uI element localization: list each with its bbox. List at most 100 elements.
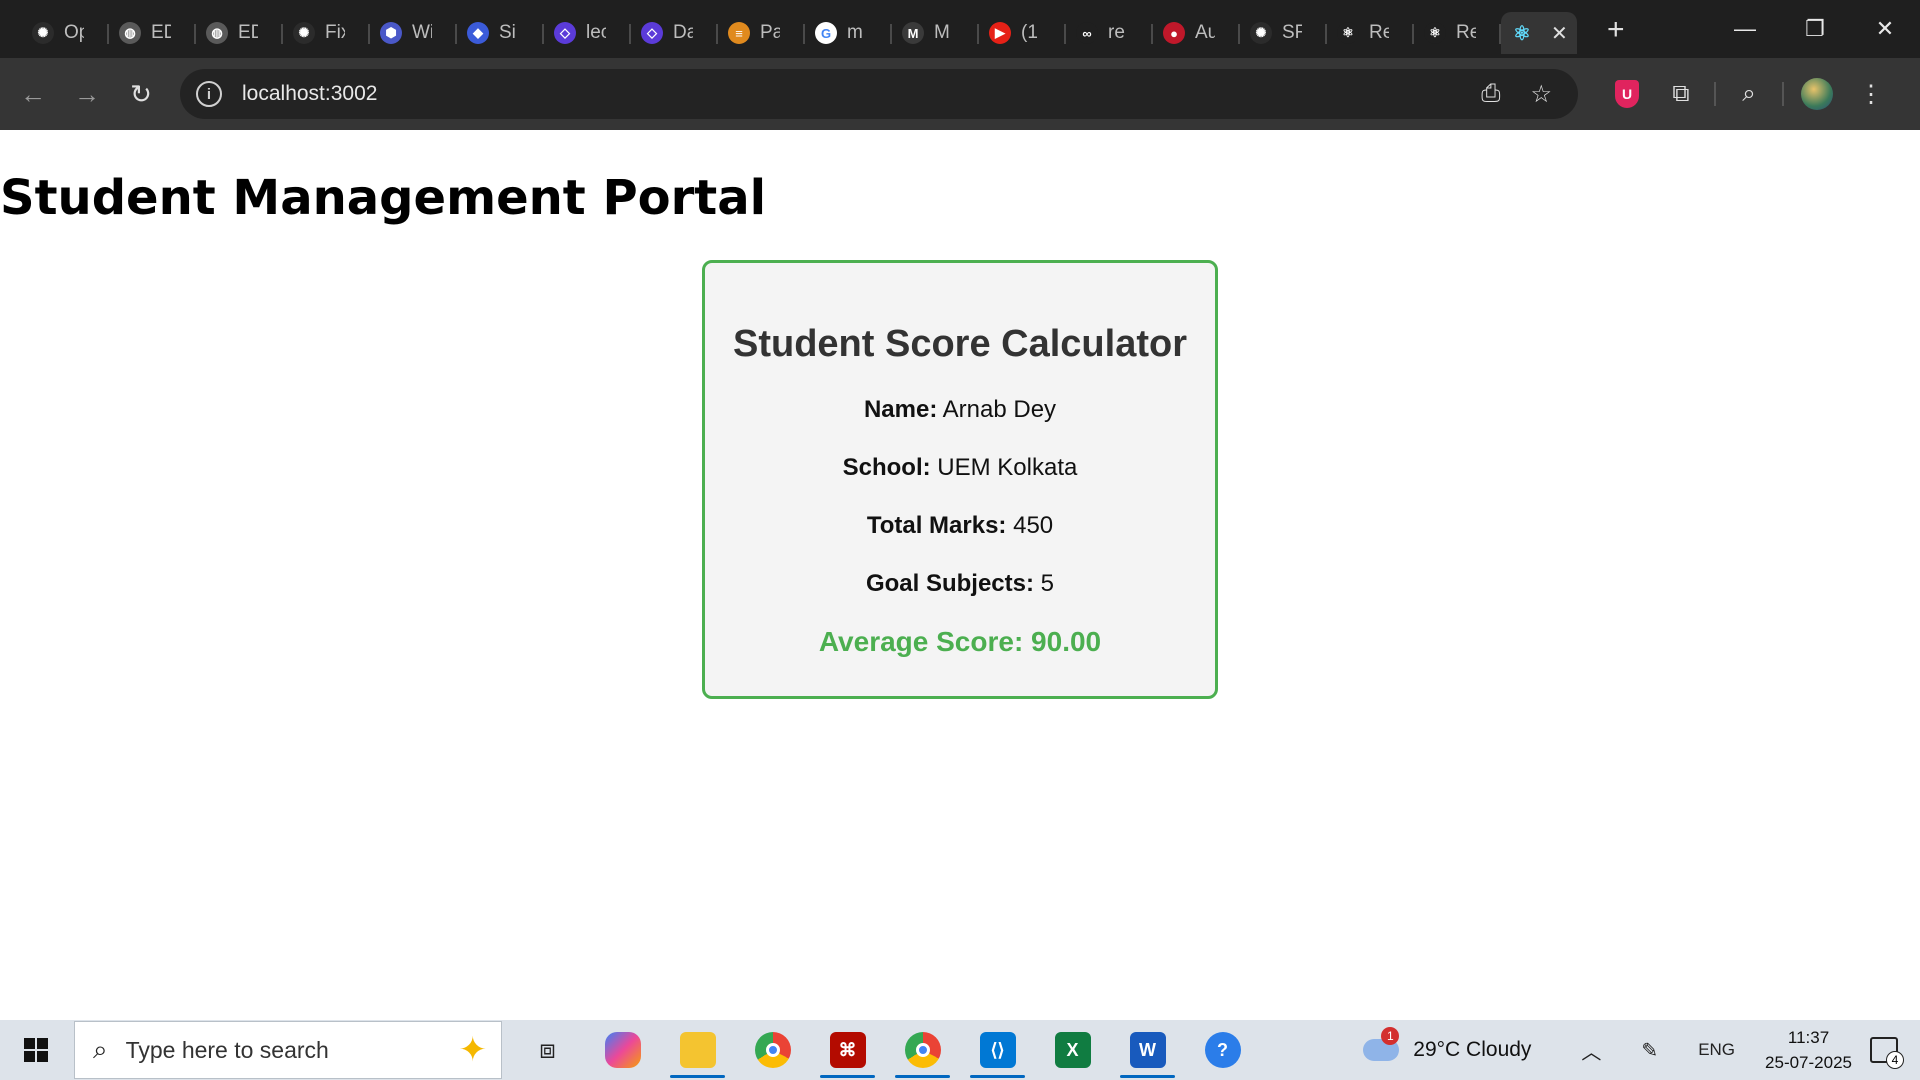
browser-tab[interactable]: ✺ Op — [22, 12, 109, 54]
sparkle-icon: ✦ — [458, 1031, 488, 1069]
address-bar[interactable]: i localhost:3002 ⎙ ☆ — [180, 69, 1578, 119]
weather-text: 29°C Cloudy — [1413, 1038, 1532, 1061]
profile-button[interactable] — [1790, 78, 1844, 110]
pen-icon[interactable]: ✎ — [1641, 1038, 1658, 1063]
toolbar-actions: U ⧉ ⌕ ⋮ — [1600, 58, 1898, 130]
system-tray: 1 29°C Cloudy ︿ ✎ ENG 11:37 25-07-2025 4 — [1363, 1020, 1920, 1080]
arrow-left-icon: ← — [20, 78, 46, 109]
infinity-icon: ∞ — [1076, 22, 1098, 44]
browser-tab[interactable]: ◆ Si — [457, 12, 544, 54]
avatar — [1801, 78, 1833, 110]
site-info-icon[interactable]: i — [196, 81, 222, 107]
copilot-button[interactable] — [585, 1020, 660, 1080]
browser-tab[interactable]: ⬢ Wi — [370, 12, 457, 54]
browser-tab[interactable]: ⚛ Re — [1327, 12, 1414, 54]
cloud-icon: 1 — [1363, 1027, 1400, 1061]
tab-search-button[interactable]: ⌕ — [1722, 80, 1776, 108]
tab-title: SF — [1282, 22, 1302, 43]
tab-title: Da — [673, 22, 693, 43]
browser-tab[interactable]: ◇ Da — [631, 12, 718, 54]
new-tab-button[interactable]: + — [1607, 13, 1625, 47]
windows-logo-icon — [24, 1038, 48, 1062]
cube-icon: ⬢ — [380, 22, 402, 44]
react-icon: ⚛ — [1424, 22, 1446, 44]
browser-tab[interactable]: ▶ (1 — [979, 12, 1066, 54]
acrobat-button[interactable]: ⌘ — [810, 1020, 885, 1080]
browser-tab[interactable]: ✺ Fix — [283, 12, 370, 54]
browser-tab[interactable]: ◍ ED — [109, 12, 196, 54]
tab-title: m — [847, 22, 863, 43]
openai-icon: ✺ — [32, 22, 54, 44]
bookmark-star-icon[interactable]: ☆ — [1530, 80, 1552, 109]
vscode-button[interactable]: ⟨⟩ — [960, 1020, 1035, 1080]
help-icon: ? — [1204, 1032, 1241, 1068]
browser-tab[interactable]: ● Au — [1153, 12, 1240, 54]
browser-tab[interactable]: ◍ ED — [196, 12, 283, 54]
task-view-button[interactable]: ⧈ — [510, 1020, 585, 1080]
url-text[interactable]: localhost:3002 — [242, 82, 377, 106]
score-card: Student Score Calculator Name: Arnab Dey… — [702, 260, 1218, 699]
install-app-icon[interactable]: ⎙ — [1481, 80, 1500, 108]
file-explorer-button[interactable] — [660, 1020, 735, 1080]
field-school: School: UEM Kolkata — [705, 454, 1215, 482]
react-icon: ⚛ — [1337, 22, 1359, 44]
browser-tab[interactable]: MM — [892, 12, 979, 54]
m-logo-icon: M — [902, 22, 924, 44]
taskbar-search[interactable]: ⌕ Type here to search ✦ — [74, 1021, 502, 1079]
weather-widget[interactable]: 1 29°C Cloudy — [1363, 1027, 1532, 1062]
task-view-icon: ⧈ — [539, 1034, 556, 1064]
forward-button[interactable]: → — [60, 67, 114, 121]
browser-tab[interactable]: ✺ SF — [1240, 12, 1327, 54]
acrobat-icon: ⌘ — [829, 1032, 866, 1068]
ublock-extension-button[interactable]: U — [1600, 80, 1654, 108]
google-icon: G — [815, 22, 837, 44]
browser-tab[interactable]: ◇ lec — [544, 12, 631, 54]
vscode-icon: ⟨⟩ — [979, 1032, 1016, 1068]
puzzle-icon: ⧉ — [1672, 80, 1690, 107]
help-button[interactable]: ? — [1185, 1020, 1260, 1080]
code-icon: ◇ — [641, 22, 663, 44]
back-button[interactable]: ← — [6, 67, 60, 121]
kebab-menu-icon: ⋮ — [1859, 80, 1883, 108]
chevron-up-icon[interactable]: ︿ — [1581, 1036, 1601, 1065]
arrow-right-icon: → — [74, 78, 100, 109]
browser-tab[interactable]: ≡ Pa — [718, 12, 805, 54]
field-value: 450 — [1013, 512, 1054, 539]
field-value: 5 — [1040, 570, 1055, 597]
browser-tab[interactable]: ⚛ Re — [1414, 12, 1501, 54]
chrome-profile-button[interactable] — [885, 1020, 960, 1080]
field-label: Name: — [863, 396, 938, 423]
close-window-button[interactable]: ✕ — [1850, 0, 1920, 58]
globe-icon: ◍ — [119, 22, 141, 44]
tab-close-icon[interactable]: ✕ — [1551, 21, 1568, 46]
reload-icon: ↻ — [130, 78, 152, 109]
browser-tab[interactable]: Gm — [805, 12, 892, 54]
tab-title: M — [934, 22, 950, 43]
tab-title: Op — [64, 22, 84, 43]
word-icon: W — [1129, 1032, 1166, 1068]
minimize-button[interactable]: — — [1710, 0, 1780, 58]
shield-icon: U — [1615, 80, 1639, 108]
notification-center-button[interactable]: 4 — [1870, 1037, 1904, 1069]
tab-title: ED — [151, 22, 171, 43]
tab-title: Au — [1195, 22, 1215, 43]
reload-button[interactable]: ↻ — [114, 67, 168, 121]
clock[interactable]: 11:37 25-07-2025 — [1765, 1025, 1852, 1075]
chrome-button[interactable] — [735, 1020, 810, 1080]
start-button[interactable] — [0, 1020, 72, 1080]
globe-icon: ◍ — [206, 22, 228, 44]
language-indicator[interactable]: ENG — [1698, 1040, 1735, 1060]
extensions-button[interactable]: ⧉ — [1654, 80, 1708, 108]
browser-tab[interactable]: ∞ re — [1066, 12, 1153, 54]
word-button[interactable]: W — [1110, 1020, 1185, 1080]
tab-title: Re — [1369, 22, 1389, 43]
record-icon: ● — [1163, 22, 1185, 44]
browser-toolbar: ← → ↻ i localhost:3002 ⎙ ☆ U ⧉ ⌕ ⋮ — [0, 58, 1920, 130]
excel-button[interactable]: X — [1035, 1020, 1110, 1080]
tab-title: Re — [1456, 22, 1476, 43]
menu-button[interactable]: ⋮ — [1844, 80, 1898, 109]
tab-title: ED — [238, 22, 258, 43]
tab-title: re — [1108, 22, 1125, 43]
tab-active[interactable]: ⚛ ✕ — [1501, 12, 1577, 54]
restore-button[interactable]: ❐ — [1780, 0, 1850, 58]
